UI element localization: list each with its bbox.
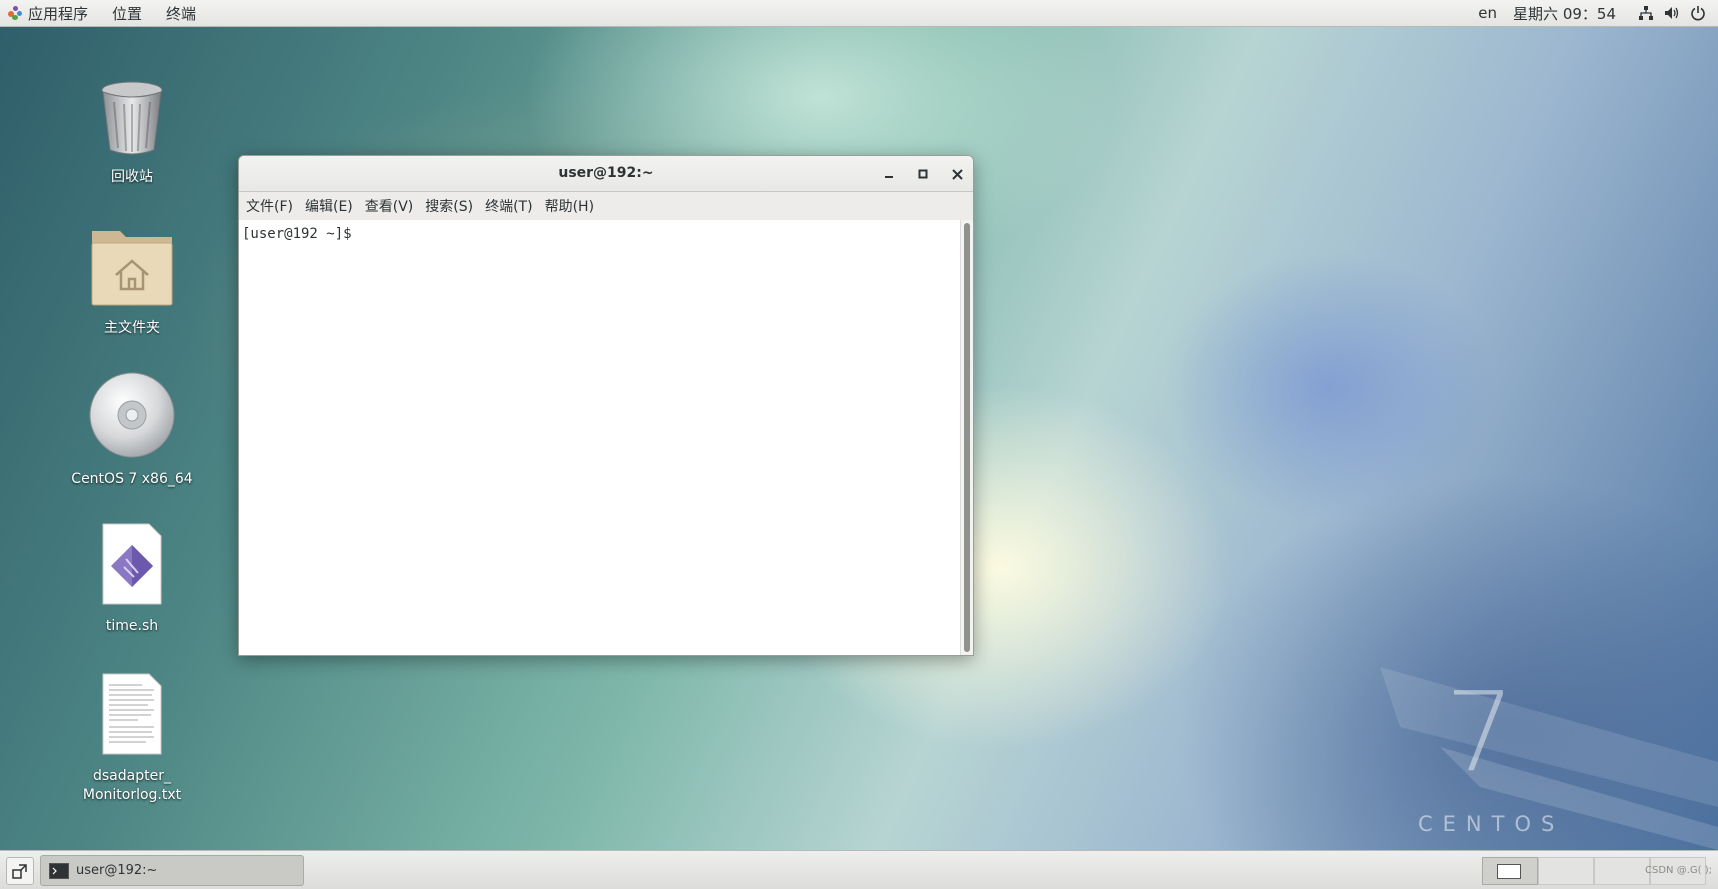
terminal-menubar: 文件(F) 编辑(E) 查看(V) 搜索(S) 终端(T) 帮助(H) xyxy=(239,192,973,221)
applications-menu[interactable]: 应用程序 xyxy=(6,0,100,26)
menu-view[interactable]: 查看(V) xyxy=(359,196,420,216)
text-file-icon xyxy=(102,673,162,755)
window-titlebar[interactable]: user@192:~ xyxy=(239,156,973,192)
applications-label: 应用程序 xyxy=(28,4,89,23)
gnome-foot-icon xyxy=(8,5,24,21)
close-button[interactable] xyxy=(947,164,967,184)
menu-file[interactable]: 文件(F) xyxy=(240,196,299,216)
power-icon[interactable] xyxy=(1690,5,1706,21)
workspace-1[interactable] xyxy=(1482,857,1538,885)
disc-label: CentOS 7 x86_64 xyxy=(71,471,193,487)
workspace-window-thumb xyxy=(1497,864,1521,879)
menu-terminal[interactable]: 终端(T) xyxy=(479,196,538,216)
maximize-button[interactable] xyxy=(913,164,933,184)
workspace-2[interactable] xyxy=(1538,857,1594,885)
time-sh-label: time.sh xyxy=(105,618,159,634)
minimize-icon xyxy=(885,176,893,178)
minimize-button[interactable] xyxy=(879,164,899,184)
desktop-icon-time-sh[interactable]: time.sh xyxy=(62,523,202,636)
desktop-icon-disc[interactable]: CentOS 7 x86_64 xyxy=(62,372,202,489)
show-desktop-icon xyxy=(12,864,27,879)
top-panel: 应用程序 位置 终端 en 星期六 09：54 xyxy=(0,0,1718,27)
volume-icon[interactable] xyxy=(1664,5,1680,21)
terminal-output[interactable]: [user@192 ~]$ xyxy=(239,220,961,655)
show-desktop-button[interactable] xyxy=(6,857,34,885)
terminal-window[interactable]: user@192:~ 文件(F) 编辑(E) 查看(V) 搜索(S) 终端(T)… xyxy=(238,155,974,656)
language-indicator[interactable]: en xyxy=(1478,4,1497,22)
bottom-panel: user@192:~ CSDN @.G( ); xyxy=(0,850,1718,889)
trash-icon xyxy=(101,81,163,155)
taskbar-task-label: user@192:~ xyxy=(76,863,158,878)
shell-prompt: [user@192 ~]$ xyxy=(242,226,361,242)
window-title: user@192:~ xyxy=(558,165,654,181)
places-menu[interactable]: 位置 xyxy=(100,0,154,26)
terminal-menu[interactable]: 终端 xyxy=(154,0,208,26)
terminal-app-icon xyxy=(49,862,69,879)
menu-edit[interactable]: 编辑(E) xyxy=(299,196,359,216)
trash-label: 回收站 xyxy=(111,169,153,185)
scrollbar-thumb[interactable] xyxy=(964,223,970,652)
clock[interactable]: 星期六 09：54 xyxy=(1513,3,1616,24)
network-icon[interactable] xyxy=(1638,5,1654,21)
home-folder-icon xyxy=(91,231,173,306)
home-folder-label: 主文件夹 xyxy=(104,320,160,336)
desktop-icon-log-txt[interactable]: dsadapter_ Monitorlog.txt xyxy=(62,673,202,805)
centos-wordmark: CENTOS xyxy=(1418,812,1565,836)
taskbar-terminal-button[interactable]: user@192:~ xyxy=(40,855,304,886)
centos-7-watermark: 7 xyxy=(1445,668,1515,796)
desktop-icon-trash[interactable]: 回收站 xyxy=(62,80,202,187)
workspace-3[interactable] xyxy=(1594,857,1650,885)
desktop-icon-home[interactable]: 主文件夹 xyxy=(62,225,202,338)
terminal-scrollbar[interactable] xyxy=(960,220,973,655)
menu-help[interactable]: 帮助(H) xyxy=(539,196,600,216)
maximize-icon xyxy=(918,169,928,179)
menu-search[interactable]: 搜索(S) xyxy=(419,196,479,216)
log-txt-label: dsadapter_ Monitorlog.txt xyxy=(82,768,182,803)
text-cursor xyxy=(360,225,368,240)
close-icon xyxy=(951,168,963,180)
script-file-icon xyxy=(102,523,162,605)
credit-watermark: CSDN @.G( ); xyxy=(1645,865,1712,876)
disc-icon xyxy=(89,372,175,458)
